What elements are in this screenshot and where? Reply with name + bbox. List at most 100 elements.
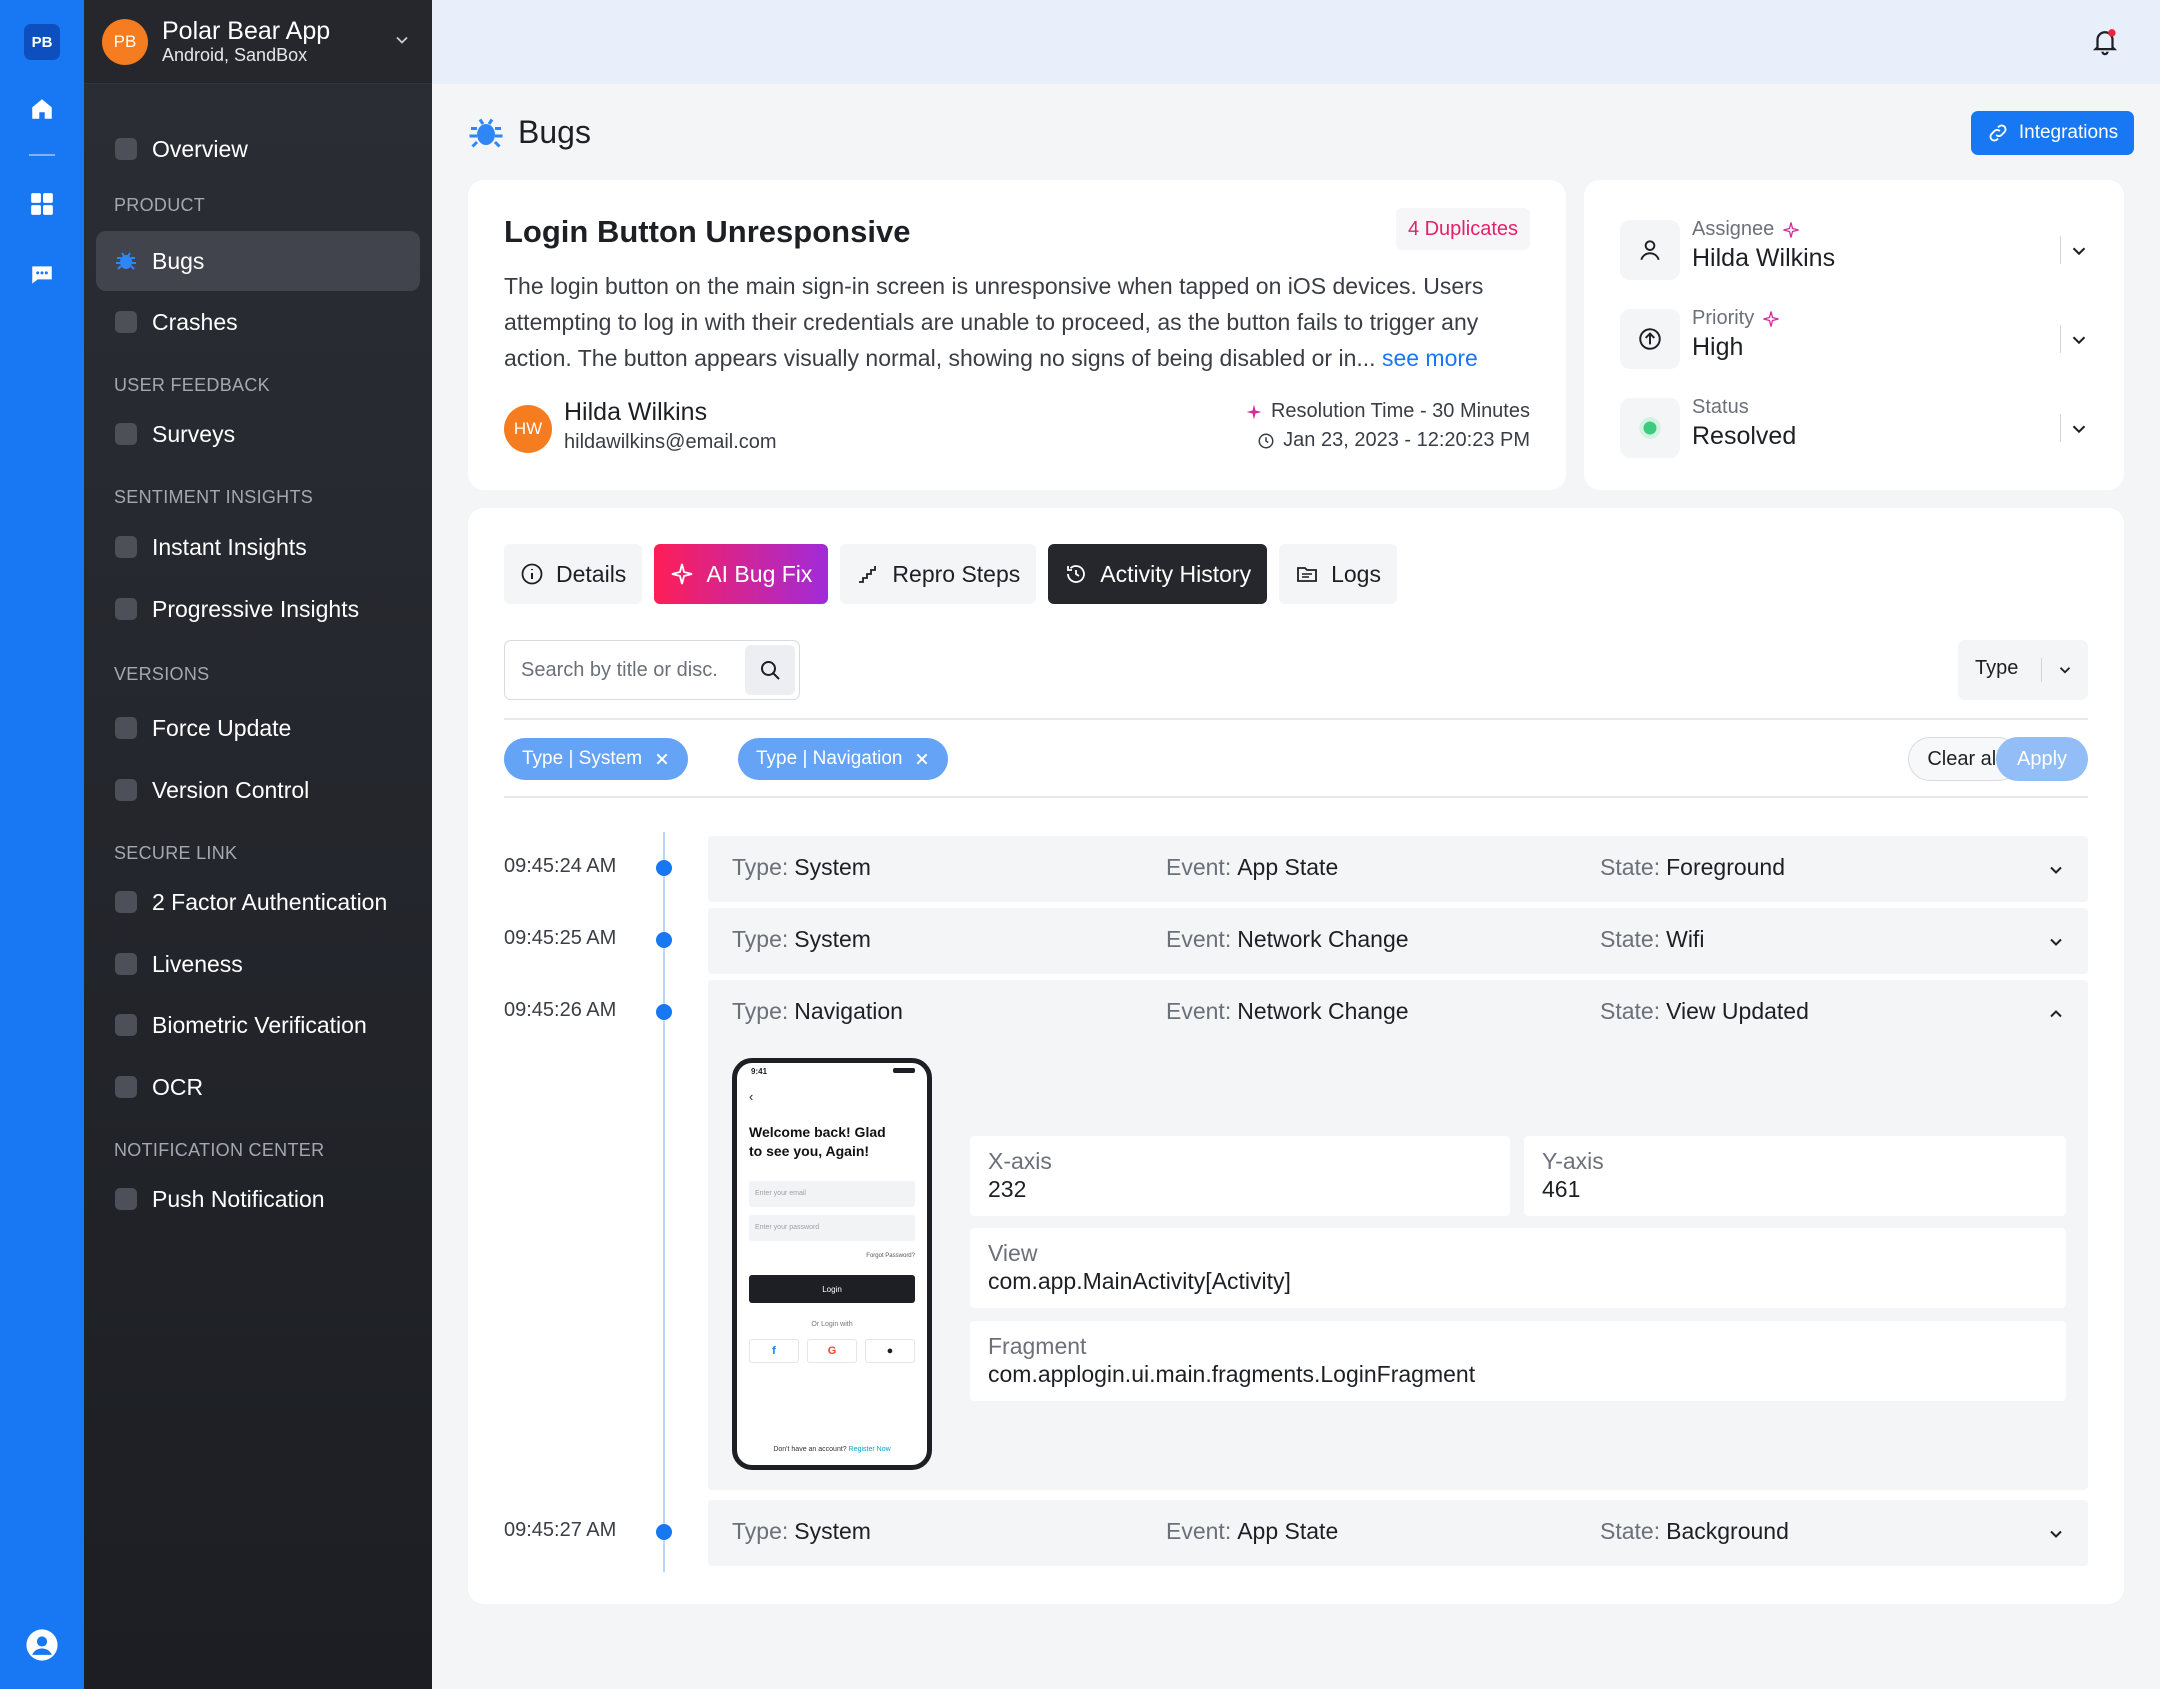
upload-icon: [114, 716, 138, 740]
phone-time: 9:41: [751, 1067, 768, 1076]
chevron-down-icon[interactable]: [2046, 1524, 2066, 1549]
screenshot-thumbnail[interactable]: 9:41 ‹ Welcome back! Glad to see you, Ag…: [732, 1058, 932, 1470]
tab-ai-bug-fix[interactable]: AI Bug Fix: [654, 544, 829, 604]
see-more-link[interactable]: see more: [1382, 345, 1478, 371]
chevron-down-icon: [2056, 661, 2074, 684]
chat-icon[interactable]: [25, 258, 59, 292]
event-state: State: View Updated: [1600, 998, 1809, 1025]
sidebar-item-label: Version Control: [152, 776, 310, 803]
chevron-down-icon[interactable]: [392, 30, 412, 55]
assignee-select[interactable]: Assignee Hilda Wilkins: [1620, 214, 2090, 286]
event-row[interactable]: Type: System Event: App State State: Foregr…: [708, 836, 2088, 902]
search-icon[interactable]: [745, 645, 795, 695]
search-box: [504, 640, 800, 700]
sidebar-item-overview[interactable]: Overview: [96, 119, 420, 179]
x-axis-value: 232: [988, 1176, 1027, 1202]
notification-icon: [114, 1187, 138, 1211]
phone-login-button: Login: [749, 1275, 915, 1303]
phone-register-link: Register Now: [848, 1446, 891, 1453]
filter-chip-type-system[interactable]: Type | System: [504, 738, 689, 780]
tab-repro-steps[interactable]: Repro Steps: [840, 544, 1037, 604]
event-label: Event:: [1166, 926, 1232, 952]
tab-activity-history[interactable]: Activity History: [1048, 544, 1268, 604]
event-label: Event:: [1166, 1518, 1232, 1544]
close-icon[interactable]: [654, 751, 670, 767]
section-title-versions: VERSIONS: [114, 664, 210, 684]
filter-chip-type-navigation[interactable]: Type | Navigation: [738, 738, 949, 780]
divider: [504, 718, 2088, 720]
priority-select[interactable]: Priority High: [1620, 303, 2090, 375]
priority-label-text: Priority: [1692, 307, 1755, 329]
section-title-secure-link: SECURE LINK: [114, 843, 238, 863]
sidebar-item-label: Bugs: [152, 247, 205, 274]
chevron-down-icon[interactable]: [2068, 329, 2090, 356]
chevron-down-icon[interactable]: [2068, 418, 2090, 445]
crash-icon: [114, 310, 138, 334]
state-value: Background: [1666, 1518, 1789, 1544]
workspace-logo[interactable]: PB: [24, 24, 60, 60]
sidebar-item-bugs[interactable]: Bugs: [96, 231, 420, 291]
assignee-label: Assignee: [1692, 218, 1800, 241]
apply-button[interactable]: Apply: [1996, 737, 2088, 781]
section-title-notification-center: NOTIFICATION CENTER: [114, 1140, 325, 1160]
fragment-value: com.applogin.ui.main.fragments.LoginFrag…: [988, 1361, 1476, 1387]
sidebar-item-instant-insights[interactable]: Instant Insights: [96, 517, 420, 577]
section-title-user-feedback: USER FEEDBACK: [114, 375, 270, 395]
bell-icon[interactable]: [2090, 26, 2120, 61]
main-content: Bugs Integrations Login Button Unrespons…: [432, 84, 2160, 1689]
status-select[interactable]: Status Resolved: [1620, 392, 2090, 464]
sidebar-item-2fa[interactable]: 2 Factor Authentication: [96, 872, 420, 932]
chevron-down-icon[interactable]: [2046, 860, 2066, 885]
divider: [504, 796, 2088, 798]
state-label: State:: [1600, 926, 1661, 952]
reported-date: Jan 23, 2023 - 12:20:23 PM: [1257, 429, 1530, 452]
duplicates-badge[interactable]: 4 Duplicates: [1395, 208, 1530, 250]
sidebar-item-liveness[interactable]: Liveness: [96, 934, 420, 994]
type-label: Type:: [732, 1518, 789, 1544]
sidebar-item-progressive-insights[interactable]: Progressive Insights: [96, 579, 420, 639]
user-account-icon[interactable]: [25, 1628, 59, 1662]
grid-icon[interactable]: [25, 187, 59, 221]
close-icon[interactable]: [914, 751, 930, 767]
search-input[interactable]: [521, 641, 741, 699]
home-icon[interactable]: [25, 92, 59, 126]
type-filter-select[interactable]: Type: [1958, 640, 2088, 700]
divider: [2041, 658, 2042, 682]
fingerprint-icon: [114, 1013, 138, 1037]
sidebar-item-crashes[interactable]: Crashes: [96, 292, 420, 352]
tab-logs[interactable]: Logs: [1279, 544, 1397, 604]
y-axis-field: Y-axis 461: [1524, 1136, 2066, 1216]
timeline-dot: [656, 1004, 672, 1020]
sidebar-item-version-control[interactable]: Version Control: [96, 760, 420, 820]
status-label: Status: [1692, 396, 1749, 418]
event-row-expanded[interactable]: Type: Navigation Event: Network Change Sta…: [708, 980, 2088, 1490]
chevron-up-icon[interactable]: [2046, 1004, 2066, 1029]
survey-icon: [114, 422, 138, 446]
sidebar-item-push-notification[interactable]: Push Notification: [96, 1169, 420, 1229]
bug-meta-card: Assignee Hilda Wilkins Priority High Sta…: [1584, 180, 2124, 490]
event-row[interactable]: Type: System Event: App State State: Backgr…: [708, 1500, 2088, 1566]
page-title: Bugs: [468, 114, 591, 151]
tab-details[interactable]: Details: [504, 544, 643, 604]
bug-description: The login button on the main sign-in scr…: [504, 268, 1534, 376]
app-name: Polar Bear App: [162, 17, 331, 45]
sparkle-icon: [672, 563, 693, 585]
event-row[interactable]: Type: System Event: Network Change State: W…: [708, 908, 2088, 974]
sidebar-item-label: Progressive Insights: [152, 595, 360, 622]
integrations-button[interactable]: Integrations: [1971, 111, 2134, 155]
app-switcher[interactable]: PB Polar Bear App Android, SandBox: [84, 0, 432, 84]
sidebar-item-ocr[interactable]: OCR: [96, 1057, 420, 1117]
tab-label: AI Bug Fix: [706, 560, 813, 587]
event-time: 09:45:25 AM: [504, 927, 617, 949]
event-value: App State: [1237, 854, 1339, 880]
phone-password-input: Enter your password: [749, 1215, 915, 1241]
section-title-sentiment-insights: SENTIMENT INSIGHTS: [114, 487, 314, 507]
tab-bar: Details AI Bug Fix Repro Steps Activity …: [504, 544, 1397, 604]
event-event: Event: Network Change: [1166, 998, 1409, 1025]
sidebar-item-surveys[interactable]: Surveys: [96, 404, 420, 464]
timeline-dot: [656, 1524, 672, 1540]
chevron-down-icon[interactable]: [2046, 932, 2066, 957]
sidebar-item-biometric[interactable]: Biometric Verification: [96, 995, 420, 1055]
sidebar-item-force-update[interactable]: Force Update: [96, 698, 420, 758]
chevron-down-icon[interactable]: [2068, 240, 2090, 267]
